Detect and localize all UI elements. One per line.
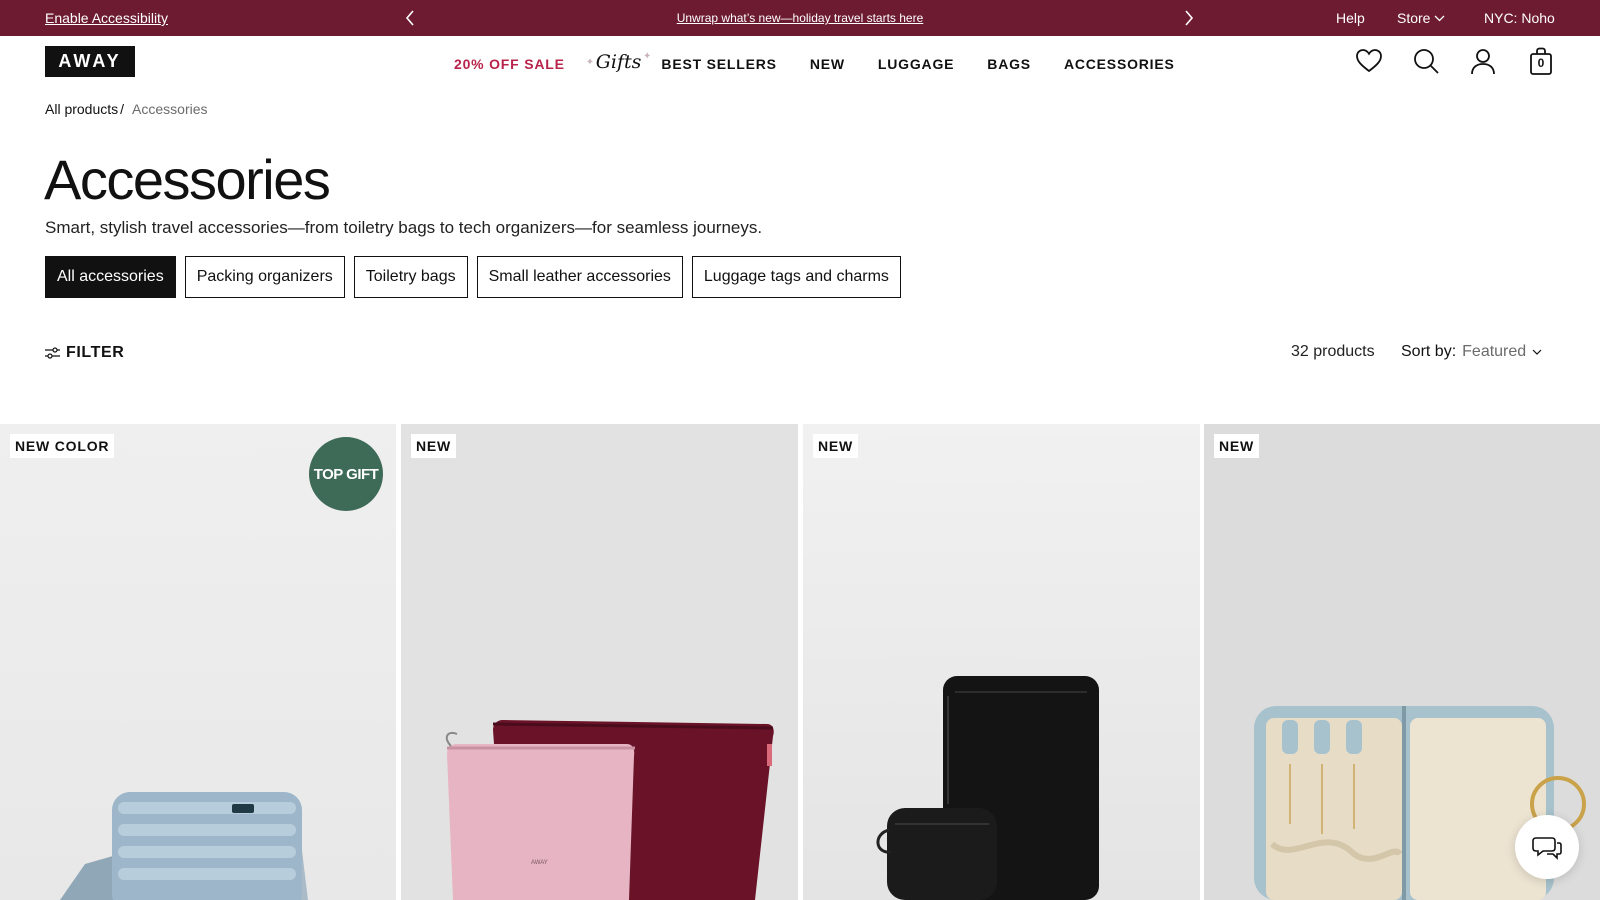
chevron-down-icon <box>1435 15 1445 21</box>
site-header: AWAY 20% OFF SALE ✦ Gifts ✦ BEST SELLERS… <box>0 36 1600 88</box>
top-gift-label: TOP GIFT <box>313 465 379 483</box>
nav-item-accessories[interactable]: ACCESSORIES <box>1064 56 1175 72</box>
sort-label: Sort by: <box>1401 343 1457 360</box>
svg-text:AWAY: AWAY <box>531 860 548 866</box>
sparkle-icon: ✦ <box>643 51 652 62</box>
search-icon[interactable] <box>1411 46 1441 76</box>
filter-label: FILTER <box>66 344 125 361</box>
chat-button[interactable] <box>1515 815 1579 879</box>
enable-accessibility-link[interactable]: Enable Accessibility <box>45 10 168 26</box>
product-badge: NEW <box>1214 434 1260 458</box>
store-dropdown[interactable]: Store <box>1397 10 1445 26</box>
main-nav: 20% OFF SALE ✦ Gifts ✦ BEST SELLERS NEW … <box>454 51 1208 75</box>
breadcrumb-separator: / <box>120 101 125 117</box>
breadcrumb-all-products[interactable]: All products <box>45 101 118 117</box>
filter-button[interactable]: FILTER <box>45 344 124 362</box>
product-badge: NEW <box>411 434 457 458</box>
heart-icon[interactable] <box>1354 46 1384 76</box>
page-description: Smart, stylish travel accessories—from t… <box>45 218 763 237</box>
store-label: Store <box>1397 10 1431 26</box>
brand-logo[interactable]: AWAY <box>45 46 135 77</box>
nav-item-sale[interactable]: 20% OFF SALE <box>454 56 565 72</box>
product-count: 32 products <box>1291 343 1375 360</box>
promo-link[interactable]: Unwrap what’s new—holiday travel starts … <box>560 11 1040 25</box>
breadcrumb: All products / Accessories <box>45 101 208 117</box>
nav-item-best-sellers[interactable]: BEST SELLERS <box>661 56 776 72</box>
product-card[interactable]: NEW <box>803 424 1200 900</box>
category-filters: All accessories Packing organizers Toile… <box>45 256 901 298</box>
chevron-down-icon <box>1532 349 1542 355</box>
product-image-pouch-set: AWAY <box>445 720 774 900</box>
cart-count: 0 <box>1537 56 1545 70</box>
product-grid: NEW COLOR TOP GIFT AWAY NEW NEW NEW <box>0 424 1600 900</box>
product-badge: NEW COLOR <box>10 434 115 458</box>
sliders-icon <box>45 347 60 359</box>
top-gift-badge: TOP GIFT <box>309 437 383 511</box>
chevron-right-icon[interactable] <box>1180 9 1198 27</box>
help-link[interactable]: Help <box>1336 10 1365 26</box>
nav-item-new[interactable]: NEW <box>810 56 845 72</box>
announcement-bar: Enable Accessibility Unwrap what’s new—h… <box>0 0 1600 36</box>
store-location-link[interactable]: NYC: Noho <box>1484 10 1555 26</box>
chat-icon <box>1532 837 1562 860</box>
page-title: Accessories <box>44 148 331 211</box>
category-packing-organizers[interactable]: Packing organizers <box>184 256 345 298</box>
nav-gifts-label: Gifts <box>595 51 642 73</box>
product-image-tech-organizer <box>876 676 1099 900</box>
category-all-accessories[interactable]: All accessories <box>45 256 176 298</box>
user-icon[interactable] <box>1468 46 1498 76</box>
chevron-left-icon[interactable] <box>401 9 419 27</box>
category-luggage-tags-charms[interactable]: Luggage tags and charms <box>691 256 901 298</box>
sparkle-icon: ✦ <box>585 57 595 68</box>
product-badge: NEW <box>813 434 859 458</box>
product-card[interactable]: NEW COLOR TOP GIFT <box>0 424 396 900</box>
sort-value: Featured <box>1462 343 1527 360</box>
nav-item-luggage[interactable]: LUGGAGE <box>878 56 954 72</box>
sort-dropdown[interactable]: Sort by: Featured <box>1401 343 1542 361</box>
nav-item-bags[interactable]: BAGS <box>987 56 1031 72</box>
category-toiletry-bags[interactable]: Toiletry bags <box>353 256 468 298</box>
product-card[interactable]: AWAY NEW <box>401 424 798 900</box>
category-small-leather-accessories[interactable]: Small leather accessories <box>476 256 683 298</box>
breadcrumb-current: Accessories <box>132 101 208 117</box>
bag-icon[interactable]: 0 <box>1526 46 1556 76</box>
nav-item-gifts[interactable]: ✦ Gifts ✦ <box>586 51 652 73</box>
